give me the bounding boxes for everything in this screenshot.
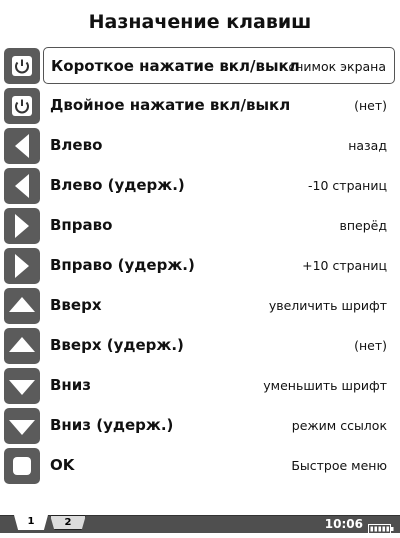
item-value: вперёд <box>339 218 388 233</box>
item-label: Вправо <box>50 216 113 234</box>
arrow-left-icon <box>4 168 40 204</box>
list-item[interactable]: Двойное нажатие вкл/выкл (нет) <box>0 86 400 126</box>
item-down-hold[interactable]: Вниз (удерж.) режим ссылок <box>43 407 395 444</box>
item-value: (нет) <box>354 98 387 113</box>
item-value: увеличить шрифт <box>268 298 387 313</box>
list-item[interactable]: Вверх (удерж.) (нет) <box>0 326 400 366</box>
item-short-press-power[interactable]: Короткое нажатие вкл/выкл снимок экрана <box>43 47 395 84</box>
item-label: Влево <box>50 136 103 154</box>
tab-2[interactable]: 2 <box>50 515 86 530</box>
item-label: Вниз <box>50 376 92 394</box>
list-item[interactable]: OK Быстрое меню <box>0 446 400 486</box>
list-item[interactable]: Вправо вперёд <box>0 206 400 246</box>
key-assignment-list: Короткое нажатие вкл/выкл снимок экрана … <box>0 46 400 486</box>
item-down[interactable]: Вниз уменьшить шрифт <box>43 367 395 404</box>
item-left-hold[interactable]: Влево (удерж.) -10 страниц <box>43 167 395 204</box>
list-item[interactable]: Вверх увеличить шрифт <box>0 286 400 326</box>
item-label: OK <box>50 456 75 474</box>
item-value: назад <box>348 138 387 153</box>
list-item[interactable]: Влево назад <box>0 126 400 166</box>
item-value: -10 страниц <box>308 178 387 193</box>
list-item[interactable]: Вниз (удерж.) режим ссылок <box>0 406 400 446</box>
item-label: Вверх <box>50 296 102 314</box>
ok-square-icon <box>4 448 40 484</box>
list-item[interactable]: Влево (удерж.) -10 страниц <box>0 166 400 206</box>
battery-icon <box>368 519 394 534</box>
list-item[interactable]: Вправо (удерж.) +10 страниц <box>0 246 400 286</box>
status-bar: 1 2 10:06 <box>0 515 400 534</box>
item-label: Вправо (удерж.) <box>50 256 195 274</box>
page-title: Назначение клавиш <box>88 11 312 33</box>
item-left[interactable]: Влево назад <box>43 127 395 164</box>
item-label: Короткое нажатие вкл/выкл <box>51 57 300 75</box>
item-label: Влево (удерж.) <box>50 176 185 194</box>
item-value: уменьшить шрифт <box>263 378 387 393</box>
item-up-hold[interactable]: Вверх (удерж.) (нет) <box>43 327 395 364</box>
arrow-left-icon <box>4 128 40 164</box>
arrow-right-icon <box>4 208 40 244</box>
item-double-press-power[interactable]: Двойное нажатие вкл/выкл (нет) <box>43 87 395 124</box>
item-value: Быстрое меню <box>291 458 387 473</box>
arrow-down-icon <box>4 408 40 444</box>
item-ok[interactable]: OK Быстрое меню <box>43 447 395 484</box>
item-value: режим ссылок <box>291 418 387 433</box>
arrow-right-icon <box>4 248 40 284</box>
item-label: Вниз (удерж.) <box>50 416 174 434</box>
power-icon <box>4 88 40 124</box>
arrow-down-icon <box>4 368 40 404</box>
list-item[interactable]: Короткое нажатие вкл/выкл снимок экрана <box>0 46 400 86</box>
clock: 10:06 <box>324 517 363 531</box>
item-up[interactable]: Вверх увеличить шрифт <box>43 287 395 324</box>
item-value: (нет) <box>354 338 387 353</box>
power-icon <box>4 48 40 84</box>
item-right-hold[interactable]: Вправо (удерж.) +10 страниц <box>43 247 395 284</box>
tab-1[interactable]: 1 <box>14 515 48 530</box>
arrow-up-icon <box>4 328 40 364</box>
arrow-up-icon <box>4 288 40 324</box>
list-item[interactable]: Вниз уменьшить шрифт <box>0 366 400 406</box>
item-value: снимок экрана <box>288 59 386 74</box>
item-label: Двойное нажатие вкл/выкл <box>50 96 291 114</box>
item-label: Вверх (удерж.) <box>50 336 184 354</box>
item-right[interactable]: Вправо вперёд <box>43 207 395 244</box>
item-value: +10 страниц <box>302 258 387 273</box>
